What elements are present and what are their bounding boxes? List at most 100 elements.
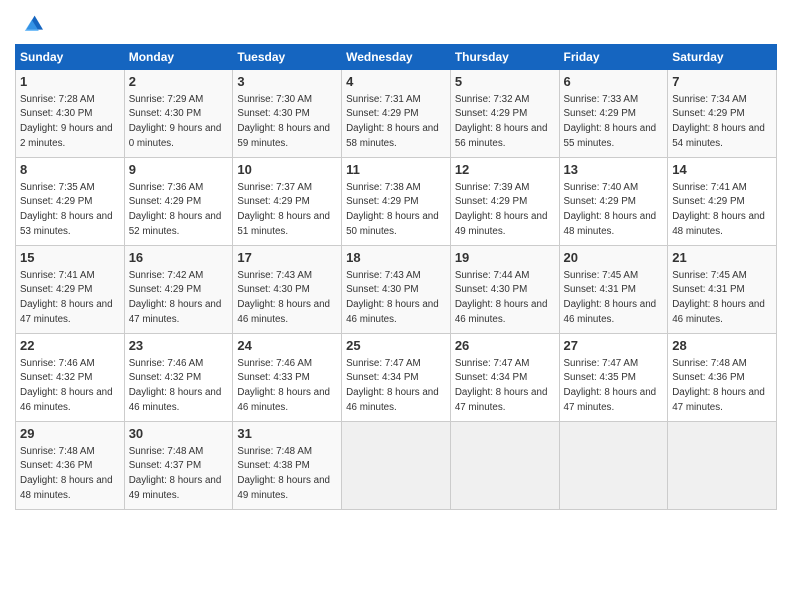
cell-sunrise: Sunrise: 7:46 AMSunset: 4:33 PMDaylight:… <box>237 358 330 413</box>
calendar-cell: 2 Sunrise: 7:29 AMSunset: 4:30 PMDayligh… <box>124 70 233 158</box>
cell-day-number: 9 <box>129 161 229 179</box>
cell-day-number: 2 <box>129 73 229 91</box>
calendar-cell: 16 Sunrise: 7:42 AMSunset: 4:29 PMDaylig… <box>124 246 233 334</box>
cell-day-number: 29 <box>20 425 120 443</box>
cell-day-number: 8 <box>20 161 120 179</box>
calendar-cell: 15 Sunrise: 7:41 AMSunset: 4:29 PMDaylig… <box>16 246 125 334</box>
cell-day-number: 12 <box>455 161 555 179</box>
cell-day-number: 6 <box>564 73 664 91</box>
calendar-cell: 27 Sunrise: 7:47 AMSunset: 4:35 PMDaylig… <box>559 334 668 422</box>
cell-day-number: 14 <box>672 161 772 179</box>
cell-sunrise: Sunrise: 7:47 AMSunset: 4:35 PMDaylight:… <box>564 358 657 413</box>
cell-day-number: 10 <box>237 161 337 179</box>
cell-day-number: 5 <box>455 73 555 91</box>
cell-sunrise: Sunrise: 7:47 AMSunset: 4:34 PMDaylight:… <box>455 358 548 413</box>
cell-day-number: 18 <box>346 249 446 267</box>
cell-sunrise: Sunrise: 7:28 AMSunset: 4:30 PMDaylight:… <box>20 94 113 149</box>
cell-day-number: 19 <box>455 249 555 267</box>
calendar-cell: 24 Sunrise: 7:46 AMSunset: 4:33 PMDaylig… <box>233 334 342 422</box>
cell-sunrise: Sunrise: 7:32 AMSunset: 4:29 PMDaylight:… <box>455 94 548 149</box>
cell-day-number: 21 <box>672 249 772 267</box>
cell-sunrise: Sunrise: 7:30 AMSunset: 4:30 PMDaylight:… <box>237 94 330 149</box>
calendar-cell: 1 Sunrise: 7:28 AMSunset: 4:30 PMDayligh… <box>16 70 125 158</box>
cell-sunrise: Sunrise: 7:33 AMSunset: 4:29 PMDaylight:… <box>564 94 657 149</box>
calendar-cell: 18 Sunrise: 7:43 AMSunset: 4:30 PMDaylig… <box>342 246 451 334</box>
cell-sunrise: Sunrise: 7:48 AMSunset: 4:37 PMDaylight:… <box>129 446 222 501</box>
cell-sunrise: Sunrise: 7:47 AMSunset: 4:34 PMDaylight:… <box>346 358 439 413</box>
calendar-cell: 28 Sunrise: 7:48 AMSunset: 4:36 PMDaylig… <box>668 334 777 422</box>
cell-sunrise: Sunrise: 7:34 AMSunset: 4:29 PMDaylight:… <box>672 94 765 149</box>
calendar-cell: 8 Sunrise: 7:35 AMSunset: 4:29 PMDayligh… <box>16 158 125 246</box>
cell-day-number: 7 <box>672 73 772 91</box>
cell-day-number: 16 <box>129 249 229 267</box>
cell-sunrise: Sunrise: 7:41 AMSunset: 4:29 PMDaylight:… <box>20 270 113 325</box>
day-header-sunday: Sunday <box>16 45 125 70</box>
page: SundayMondayTuesdayWednesdayThursdayFrid… <box>0 0 792 612</box>
cell-day-number: 17 <box>237 249 337 267</box>
calendar-week-5: 29 Sunrise: 7:48 AMSunset: 4:36 PMDaylig… <box>16 422 777 510</box>
cell-day-number: 20 <box>564 249 664 267</box>
cell-day-number: 24 <box>237 337 337 355</box>
calendar-header-row: SundayMondayTuesdayWednesdayThursdayFrid… <box>16 45 777 70</box>
calendar-cell: 6 Sunrise: 7:33 AMSunset: 4:29 PMDayligh… <box>559 70 668 158</box>
calendar-cell <box>342 422 451 510</box>
cell-day-number: 26 <box>455 337 555 355</box>
calendar-cell: 14 Sunrise: 7:41 AMSunset: 4:29 PMDaylig… <box>668 158 777 246</box>
cell-day-number: 23 <box>129 337 229 355</box>
cell-day-number: 25 <box>346 337 446 355</box>
calendar-week-3: 15 Sunrise: 7:41 AMSunset: 4:29 PMDaylig… <box>16 246 777 334</box>
day-header-friday: Friday <box>559 45 668 70</box>
calendar-cell: 9 Sunrise: 7:36 AMSunset: 4:29 PMDayligh… <box>124 158 233 246</box>
calendar-cell: 12 Sunrise: 7:39 AMSunset: 4:29 PMDaylig… <box>450 158 559 246</box>
cell-sunrise: Sunrise: 7:44 AMSunset: 4:30 PMDaylight:… <box>455 270 548 325</box>
cell-sunrise: Sunrise: 7:48 AMSunset: 4:36 PMDaylight:… <box>672 358 765 413</box>
cell-sunrise: Sunrise: 7:42 AMSunset: 4:29 PMDaylight:… <box>129 270 222 325</box>
cell-day-number: 22 <box>20 337 120 355</box>
day-header-saturday: Saturday <box>668 45 777 70</box>
calendar-cell: 17 Sunrise: 7:43 AMSunset: 4:30 PMDaylig… <box>233 246 342 334</box>
calendar-cell: 29 Sunrise: 7:48 AMSunset: 4:36 PMDaylig… <box>16 422 125 510</box>
calendar-cell: 10 Sunrise: 7:37 AMSunset: 4:29 PMDaylig… <box>233 158 342 246</box>
cell-day-number: 31 <box>237 425 337 443</box>
calendar-cell: 26 Sunrise: 7:47 AMSunset: 4:34 PMDaylig… <box>450 334 559 422</box>
cell-sunrise: Sunrise: 7:35 AMSunset: 4:29 PMDaylight:… <box>20 182 113 237</box>
cell-sunrise: Sunrise: 7:36 AMSunset: 4:29 PMDaylight:… <box>129 182 222 237</box>
logo <box>15 10 47 38</box>
cell-sunrise: Sunrise: 7:43 AMSunset: 4:30 PMDaylight:… <box>346 270 439 325</box>
calendar-week-1: 1 Sunrise: 7:28 AMSunset: 4:30 PMDayligh… <box>16 70 777 158</box>
calendar-cell: 30 Sunrise: 7:48 AMSunset: 4:37 PMDaylig… <box>124 422 233 510</box>
calendar-cell: 31 Sunrise: 7:48 AMSunset: 4:38 PMDaylig… <box>233 422 342 510</box>
cell-sunrise: Sunrise: 7:46 AMSunset: 4:32 PMDaylight:… <box>20 358 113 413</box>
header <box>15 10 777 38</box>
day-header-wednesday: Wednesday <box>342 45 451 70</box>
cell-sunrise: Sunrise: 7:41 AMSunset: 4:29 PMDaylight:… <box>672 182 765 237</box>
calendar-cell: 25 Sunrise: 7:47 AMSunset: 4:34 PMDaylig… <box>342 334 451 422</box>
calendar-cell: 22 Sunrise: 7:46 AMSunset: 4:32 PMDaylig… <box>16 334 125 422</box>
cell-day-number: 15 <box>20 249 120 267</box>
day-header-thursday: Thursday <box>450 45 559 70</box>
calendar-cell: 19 Sunrise: 7:44 AMSunset: 4:30 PMDaylig… <box>450 246 559 334</box>
cell-sunrise: Sunrise: 7:37 AMSunset: 4:29 PMDaylight:… <box>237 182 330 237</box>
calendar-week-4: 22 Sunrise: 7:46 AMSunset: 4:32 PMDaylig… <box>16 334 777 422</box>
cell-sunrise: Sunrise: 7:45 AMSunset: 4:31 PMDaylight:… <box>564 270 657 325</box>
calendar-cell: 4 Sunrise: 7:31 AMSunset: 4:29 PMDayligh… <box>342 70 451 158</box>
calendar-cell: 7 Sunrise: 7:34 AMSunset: 4:29 PMDayligh… <box>668 70 777 158</box>
cell-sunrise: Sunrise: 7:48 AMSunset: 4:38 PMDaylight:… <box>237 446 330 501</box>
cell-sunrise: Sunrise: 7:29 AMSunset: 4:30 PMDaylight:… <box>129 94 222 149</box>
cell-sunrise: Sunrise: 7:48 AMSunset: 4:36 PMDaylight:… <box>20 446 113 501</box>
cell-day-number: 4 <box>346 73 446 91</box>
calendar-cell: 3 Sunrise: 7:30 AMSunset: 4:30 PMDayligh… <box>233 70 342 158</box>
calendar-cell: 11 Sunrise: 7:38 AMSunset: 4:29 PMDaylig… <box>342 158 451 246</box>
calendar-table: SundayMondayTuesdayWednesdayThursdayFrid… <box>15 44 777 510</box>
calendar-cell <box>668 422 777 510</box>
cell-day-number: 1 <box>20 73 120 91</box>
calendar-cell <box>450 422 559 510</box>
calendar-cell: 23 Sunrise: 7:46 AMSunset: 4:32 PMDaylig… <box>124 334 233 422</box>
cell-sunrise: Sunrise: 7:45 AMSunset: 4:31 PMDaylight:… <box>672 270 765 325</box>
day-header-monday: Monday <box>124 45 233 70</box>
calendar-cell <box>559 422 668 510</box>
cell-day-number: 30 <box>129 425 229 443</box>
calendar-cell: 5 Sunrise: 7:32 AMSunset: 4:29 PMDayligh… <box>450 70 559 158</box>
cell-day-number: 11 <box>346 161 446 179</box>
cell-day-number: 27 <box>564 337 664 355</box>
